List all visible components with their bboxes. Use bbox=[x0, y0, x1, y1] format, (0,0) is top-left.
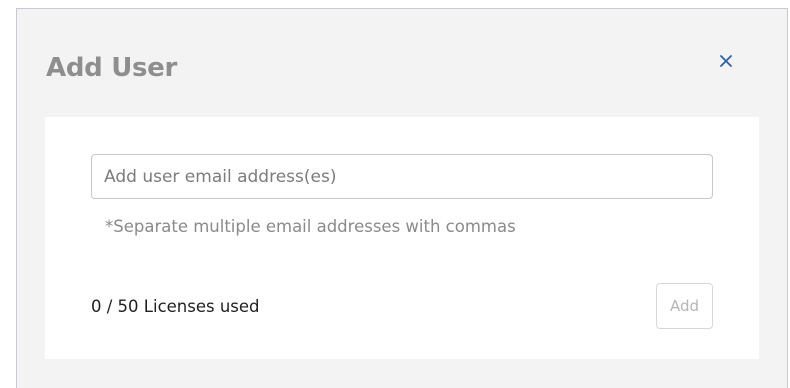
close-button[interactable] bbox=[714, 49, 738, 73]
modal-body: *Separate multiple email addresses with … bbox=[45, 117, 759, 359]
email-hint: *Separate multiple email addresses with … bbox=[105, 217, 516, 236]
email-input[interactable] bbox=[91, 154, 713, 199]
add-button[interactable]: Add bbox=[656, 283, 713, 329]
modal-title: Add User bbox=[46, 53, 178, 83]
add-user-modal: Add User *Separate multiple email addres… bbox=[16, 8, 788, 388]
license-count: 0 / 50 Licenses used bbox=[91, 297, 260, 316]
close-icon bbox=[720, 55, 732, 67]
